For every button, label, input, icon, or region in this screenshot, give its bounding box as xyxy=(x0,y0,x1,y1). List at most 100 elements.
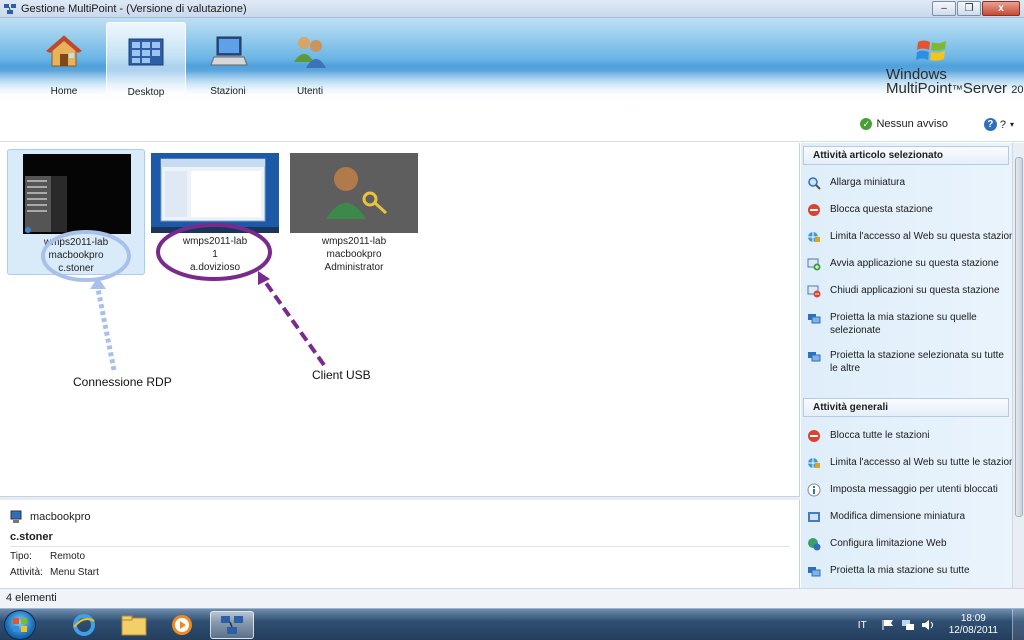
alerts-row: ✓ Nessun avviso ? ? ▾ xyxy=(0,106,1024,142)
navigation-ribbon: Home Desktop Stazioni Utenti Windows Mul… xyxy=(0,18,1024,106)
block-icon xyxy=(808,430,820,442)
web-limit-icon xyxy=(808,232,820,242)
rdp-arrowhead xyxy=(90,277,106,289)
windows-taskbar: IT 18:09 12/08/2011 xyxy=(0,608,1024,640)
details-activity-value: Menu Start xyxy=(50,567,99,578)
details-type-value: Remoto xyxy=(50,551,86,562)
tab-utenti[interactable]: Utenti xyxy=(270,22,350,102)
selected-tasks-header: Attività articolo selezionato xyxy=(803,146,1009,165)
action-project-to-all[interactable]: Proietta la mia stazione su tutte xyxy=(807,564,1013,578)
taskbar-media-player[interactable] xyxy=(160,611,204,639)
tab-stazioni-label: Stazioni xyxy=(210,86,246,97)
taskbar-explorer[interactable] xyxy=(112,611,156,639)
close-button[interactable]: x xyxy=(982,1,1020,16)
details-type-key: Tipo: xyxy=(10,551,32,562)
computer-icon xyxy=(10,510,22,523)
usb-annotation-label: Client USB xyxy=(312,368,371,382)
folder-icon xyxy=(121,615,147,636)
media-player-icon xyxy=(172,615,192,635)
station-user: c.stoner xyxy=(58,263,94,274)
alerts-indicator[interactable]: ✓ Nessun avviso xyxy=(860,118,948,130)
internet-explorer-icon xyxy=(73,614,95,636)
station-thumbnails-area: wmps2011-lab macbookpro c.stoner wmps201… xyxy=(0,143,800,496)
block-icon xyxy=(808,204,820,216)
language-indicator[interactable]: IT xyxy=(858,620,867,631)
action-set-block-message[interactable]: Imposta messaggio per utenti bloccati xyxy=(807,483,1013,497)
general-tasks-header: Attività generali xyxy=(803,398,1009,417)
action-center-flag-icon[interactable] xyxy=(881,619,895,631)
station-user: a.dovizioso xyxy=(189,262,241,273)
web-config-icon xyxy=(808,538,821,551)
tasks-pane: Attività articolo selezionato Allarga mi… xyxy=(801,143,1024,588)
title-bar: Gestione MultiPoint - (Versione di valut… xyxy=(0,0,1024,18)
clock-date: 12/08/2011 xyxy=(948,625,998,636)
rdp-annotation-label: Connessione RDP xyxy=(73,375,172,389)
brand-line-product: MultiPoint™Server 2011 xyxy=(886,80,1024,97)
clock-time: 18:09 xyxy=(960,613,986,624)
users-icon xyxy=(294,37,326,68)
tab-desktop-label: Desktop xyxy=(127,87,165,98)
action-resize-thumbnail[interactable]: Modifica dimensione miniatura xyxy=(807,510,1013,524)
house-icon xyxy=(46,35,82,67)
windows-flag-icon xyxy=(916,40,946,61)
maximize-button[interactable]: ❐ xyxy=(957,1,981,16)
help-menu[interactable]: ? ? ▾ xyxy=(983,118,1014,131)
chevron-down-icon: ▾ xyxy=(1009,120,1014,129)
tab-stazioni[interactable]: Stazioni xyxy=(188,22,268,102)
minimize-button[interactable]: – xyxy=(932,1,956,16)
action-enlarge-thumbnail[interactable]: Allarga miniatura xyxy=(807,176,1013,190)
station-tile[interactable]: wmps2011-lab 1 a.dovizioso xyxy=(146,149,284,275)
action-limit-web-all[interactable]: Limita l'accesso al Web su tutte le staz… xyxy=(807,456,1021,470)
window-title: Gestione MultiPoint - (Versione di valut… xyxy=(21,2,247,15)
item-count: 4 elementi xyxy=(6,592,57,604)
taskbar-multipoint-manager[interactable] xyxy=(210,611,254,639)
volume-icon[interactable] xyxy=(921,619,935,631)
action-launch-app-station[interactable]: Avvia applicazione su questa stazione xyxy=(807,257,1013,271)
network-icon[interactable] xyxy=(901,619,915,631)
project-icon xyxy=(808,567,821,577)
action-block-station[interactable]: Blocca questa stazione xyxy=(807,203,1013,217)
project-all-icon xyxy=(808,352,821,362)
action-project-to-selected[interactable]: Proietta la mia stazione su quelle selez… xyxy=(807,311,1013,337)
action-close-apps-station[interactable]: Chiudi applicazioni su questa stazione xyxy=(807,284,1013,298)
details-user: c.stoner xyxy=(10,531,53,543)
clock[interactable]: 18:09 12/08/2011 xyxy=(949,613,998,637)
locked-user-icon xyxy=(290,153,418,233)
windows-multipoint-logo: Windows MultiPoint™Server 2011 xyxy=(886,36,1024,106)
help-label: ? xyxy=(999,118,1006,131)
station-host: macbookpro xyxy=(48,250,104,261)
system-tray: IT 18:09 12/08/2011 xyxy=(858,609,1024,640)
action-block-all[interactable]: Blocca tutte le stazioni xyxy=(807,429,1013,443)
laptop-icon xyxy=(210,36,248,66)
details-type-row: Tipo: Remoto xyxy=(10,551,85,562)
desktop-grid-icon xyxy=(128,38,164,66)
zoom-icon xyxy=(808,177,821,190)
info-icon xyxy=(807,483,821,497)
station-host: macbookpro xyxy=(326,249,382,260)
show-desktop-button[interactable] xyxy=(1012,609,1024,640)
rdp-arrow xyxy=(95,288,117,371)
help-icon: ? xyxy=(983,118,997,131)
start-button[interactable] xyxy=(4,610,36,640)
station-name: wmps2011-lab xyxy=(182,236,248,247)
close-app-icon xyxy=(807,285,821,298)
tab-home[interactable]: Home xyxy=(24,22,104,102)
checkmark-icon: ✓ xyxy=(860,118,873,130)
station-tile[interactable]: wmps2011-lab macbookpro Administrator xyxy=(285,149,423,275)
details-pane: macbookpro c.stoner Tipo: Remoto Attivit… xyxy=(0,500,800,588)
action-configure-web-limit[interactable]: Configura limitazione Web xyxy=(807,537,1013,551)
multipoint-app-icon xyxy=(221,616,243,634)
station-thumbnail-start-menu xyxy=(23,154,131,234)
station-name: wmps2011-lab xyxy=(321,236,387,247)
action-project-selected-to-all[interactable]: Proietta la stazione selezionata su tutt… xyxy=(807,349,1013,375)
station-user: Administrator xyxy=(324,262,384,273)
web-limit-icon xyxy=(808,458,820,468)
tab-desktop[interactable]: Desktop xyxy=(106,22,186,102)
station-thumbnail-explorer xyxy=(151,153,279,233)
tasks-scrollbar[interactable] xyxy=(1012,143,1024,588)
taskbar-internet-explorer[interactable] xyxy=(62,611,106,639)
station-name: wmps2011-lab xyxy=(43,237,109,248)
station-tile[interactable]: wmps2011-lab macbookpro c.stoner xyxy=(7,149,145,275)
action-limit-web-station[interactable]: Limita l'accesso al Web su questa stazio… xyxy=(807,230,1021,244)
windows-orb-icon xyxy=(13,618,27,632)
